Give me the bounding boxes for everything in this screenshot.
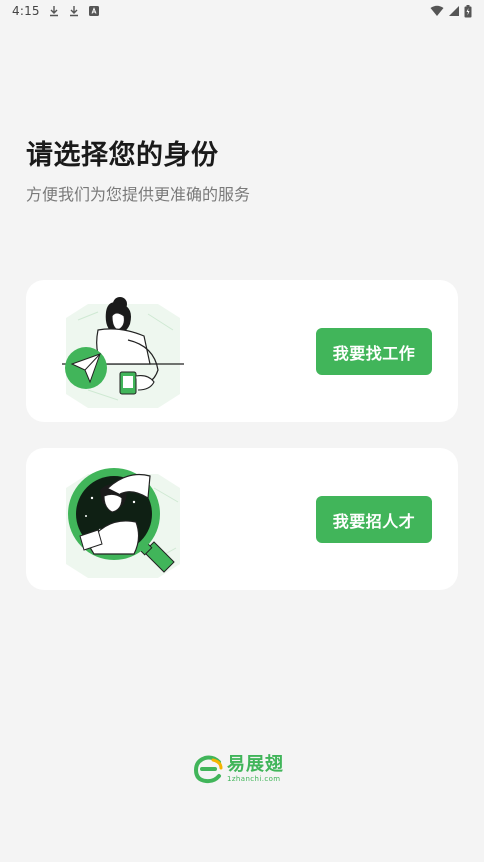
- logo-domain: 1zhanchi.com: [227, 774, 281, 783]
- find-job-button[interactable]: 我要找工作: [316, 328, 432, 375]
- logo-mark-icon: [193, 755, 223, 784]
- status-time: 4:15: [12, 4, 40, 18]
- page-subtitle: 方便我们为您提供更准确的服务: [26, 185, 251, 204]
- battery-icon: [464, 4, 472, 17]
- recruiter-illustration: [66, 468, 180, 578]
- recruiter-card[interactable]: 我要招人才: [26, 448, 458, 590]
- page-title: 请选择您的身份: [26, 140, 219, 171]
- download-icon: [69, 6, 78, 17]
- job-seeker-illustration: [62, 297, 184, 408]
- status-right: [430, 4, 472, 18]
- logo-text: 易展翅 1zhanchi.com: [227, 753, 284, 783]
- download-icon: [49, 6, 58, 17]
- job-seeker-card[interactable]: 我要找工作: [26, 280, 458, 422]
- app-logo: 易展翅 1zhanchi.com: [193, 754, 284, 784]
- status-bar: 4:15: [0, 0, 484, 22]
- status-left: 4:15: [12, 4, 100, 18]
- logo-name: 易展翅: [227, 753, 284, 775]
- signal-icon: [449, 6, 459, 16]
- wifi-icon: [430, 5, 444, 16]
- notification-icon: [88, 6, 99, 16]
- recruit-talent-button[interactable]: 我要招人才: [316, 496, 432, 543]
